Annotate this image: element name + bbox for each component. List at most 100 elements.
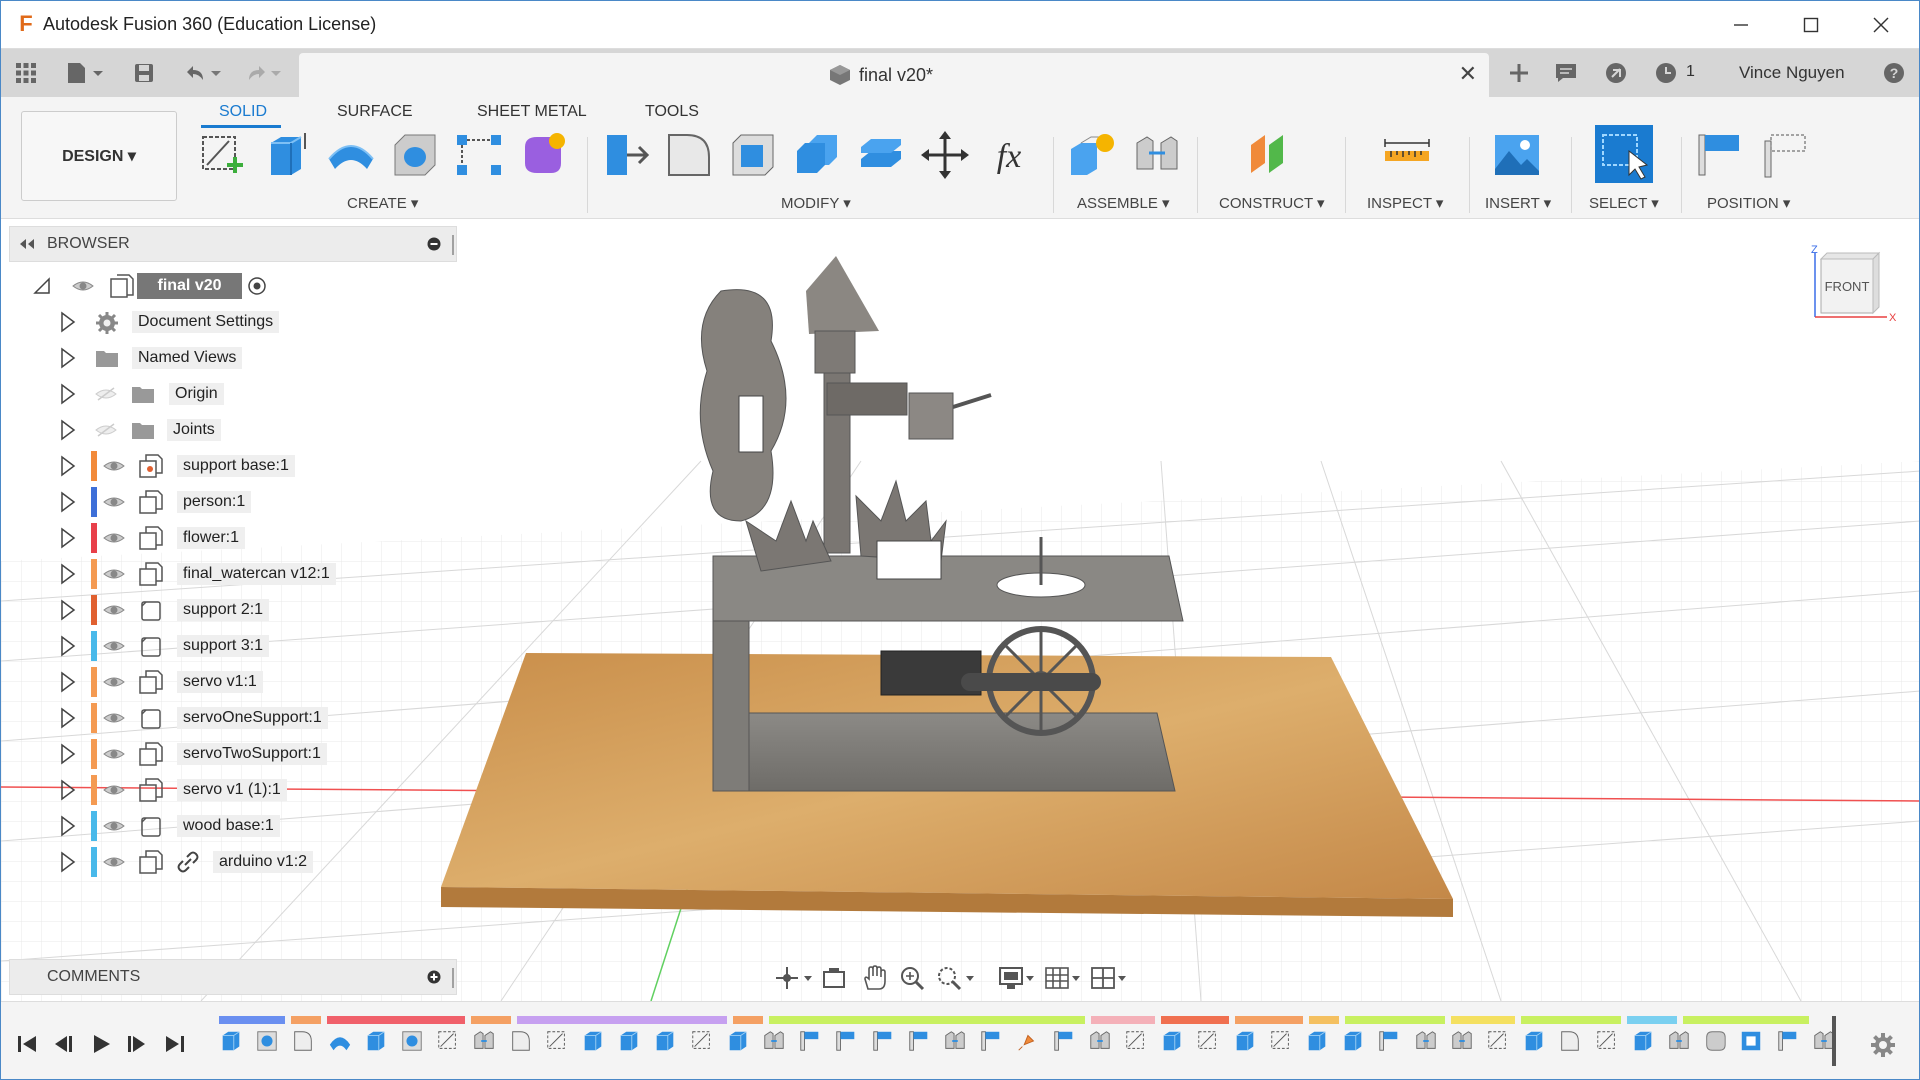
extensions-icon[interactable] [1603, 61, 1629, 85]
data-panel-grid-icon[interactable] [13, 61, 39, 85]
expand-triangle-icon[interactable] [58, 634, 78, 658]
timeline-position-icon[interactable] [1776, 1028, 1800, 1054]
timeline-extrude-icon[interactable] [726, 1028, 750, 1054]
visibility-eye-icon[interactable] [102, 494, 126, 510]
tree-item-component[interactable]: support 3:1 [1, 629, 461, 663]
tab-tools[interactable]: TOOLS [645, 103, 699, 121]
viewcube-navigator[interactable]: FRONT Z X [1807, 245, 1899, 329]
timeline-position-icon[interactable] [979, 1028, 1003, 1054]
extrude-icon[interactable] [261, 129, 313, 181]
revert-position-icon[interactable] [1761, 129, 1813, 181]
tree-item-component[interactable]: flower:1 [1, 521, 461, 555]
timeline-group-bar[interactable] [1683, 1016, 1809, 1024]
timeline-group-bar[interactable] [1091, 1016, 1155, 1024]
comments-panel-header[interactable]: COMMENTS [9, 959, 457, 995]
select-menu[interactable]: SELECT ▾ [1589, 194, 1659, 212]
browser-panel-header[interactable]: BROWSER [9, 226, 457, 262]
collapse-triangle-icon[interactable] [33, 277, 51, 295]
timeline-position-icon[interactable] [798, 1028, 822, 1054]
timeline-joint-icon[interactable] [943, 1028, 967, 1054]
timeline-sketch-icon[interactable] [545, 1028, 569, 1054]
timeline-previous-icon[interactable] [51, 1032, 75, 1056]
tree-item-named-views[interactable]: Named Views [1, 341, 461, 375]
tree-item-component[interactable]: support base:1 [1, 449, 461, 483]
timeline-sketch-icon[interactable] [1196, 1028, 1220, 1054]
timeline-joint-icon[interactable] [472, 1028, 496, 1054]
timeline-group-bar[interactable] [733, 1016, 763, 1024]
display-settings-icon[interactable] [998, 965, 1038, 991]
timeline-extrude-icon[interactable] [1631, 1028, 1655, 1054]
close-tab-icon[interactable]: ✕ [1459, 61, 1477, 87]
visibility-eye-icon[interactable] [102, 818, 126, 834]
look-at-icon[interactable] [821, 965, 847, 991]
new-component-icon[interactable] [1067, 129, 1119, 181]
fit-zoom-icon[interactable] [936, 965, 976, 991]
expand-triangle-icon[interactable] [58, 526, 78, 550]
expand-triangle-icon[interactable] [58, 742, 78, 766]
fillet-icon[interactable] [663, 129, 715, 181]
notification-center-icon[interactable] [1553, 61, 1579, 85]
file-menu-icon[interactable] [63, 61, 107, 85]
timeline-fillet-icon[interactable] [291, 1028, 315, 1054]
timeline-next-icon[interactable] [125, 1032, 149, 1056]
timeline-extrude-icon[interactable] [617, 1028, 641, 1054]
timeline-group-bar[interactable] [471, 1016, 511, 1024]
change-parameters-icon[interactable]: fx [983, 129, 1035, 181]
document-tab[interactable]: final v20* ✕ [299, 53, 1489, 97]
visibility-eye-icon[interactable] [102, 566, 126, 582]
activate-radio-icon[interactable] [247, 276, 267, 296]
browser-root-row[interactable]: final v20 [1, 269, 461, 303]
expand-triangle-icon[interactable] [58, 490, 78, 514]
timeline-extrude-icon[interactable] [1305, 1028, 1329, 1054]
user-account-name[interactable]: Vince Nguyen [1739, 63, 1845, 83]
panel-resize-handle[interactable] [450, 968, 456, 988]
timeline-sketch-icon[interactable] [1486, 1028, 1510, 1054]
measure-icon[interactable] [1381, 129, 1433, 181]
move-copy-icon[interactable] [919, 129, 971, 181]
create-form-icon[interactable] [517, 129, 569, 181]
insert-menu[interactable]: INSERT ▾ [1485, 194, 1551, 212]
timeline-extrude-icon[interactable] [364, 1028, 388, 1054]
tree-item-component[interactable]: servoTwoSupport:1 [1, 737, 461, 771]
expand-triangle-icon[interactable] [58, 670, 78, 694]
timeline-extrude-icon[interactable] [653, 1028, 677, 1054]
tree-item-component[interactable]: support 2:1 [1, 593, 461, 627]
timeline-joint-icon[interactable] [1667, 1028, 1691, 1054]
joint-icon[interactable] [1131, 129, 1183, 181]
undo-icon[interactable] [181, 61, 225, 85]
expand-triangle-icon[interactable] [58, 310, 78, 334]
expand-triangle-icon[interactable] [58, 598, 78, 622]
offset-plane-icon[interactable] [1245, 129, 1297, 181]
expand-triangle-icon[interactable] [58, 346, 78, 370]
visibility-eye-icon[interactable] [102, 674, 126, 690]
save-icon[interactable] [131, 61, 157, 85]
collapse-panel-icon[interactable] [18, 237, 36, 251]
timeline-joint-icon[interactable] [1088, 1028, 1112, 1054]
tab-sheet-metal[interactable]: SHEET METAL [477, 103, 587, 121]
timeline-hole-icon[interactable] [255, 1028, 279, 1054]
visibility-eye-icon[interactable] [102, 530, 126, 546]
timeline-joint-icon[interactable] [762, 1028, 786, 1054]
revolve-icon[interactable] [325, 129, 377, 181]
timeline-group-bar[interactable] [327, 1016, 465, 1024]
timeline-sketch-icon[interactable] [1124, 1028, 1148, 1054]
new-tab-plus-icon[interactable] [1503, 61, 1535, 85]
timeline-revolve-icon[interactable] [328, 1028, 352, 1054]
visibility-eye-icon[interactable] [102, 602, 126, 618]
pan-hand-icon[interactable] [861, 965, 887, 991]
combine-icon[interactable] [791, 129, 843, 181]
workspace-switcher[interactable]: DESIGN ▾ [21, 111, 177, 201]
browser-root-label[interactable]: final v20 [137, 273, 242, 299]
tree-item-component[interactable]: servoOneSupport:1 [1, 701, 461, 735]
expand-triangle-icon[interactable] [58, 778, 78, 802]
visibility-eye-icon[interactable] [102, 458, 126, 474]
visibility-eye-icon[interactable] [102, 710, 126, 726]
visibility-eye-icon[interactable] [102, 782, 126, 798]
grid-settings-icon[interactable] [1044, 965, 1084, 991]
visibility-eye-icon[interactable] [102, 854, 126, 870]
timeline-joint-icon[interactable] [1450, 1028, 1474, 1054]
timeline-position-icon[interactable] [871, 1028, 895, 1054]
expand-triangle-icon[interactable] [58, 706, 78, 730]
tab-surface[interactable]: SURFACE [337, 103, 413, 121]
tree-item-component[interactable]: servo v1 (1):1 [1, 773, 461, 807]
